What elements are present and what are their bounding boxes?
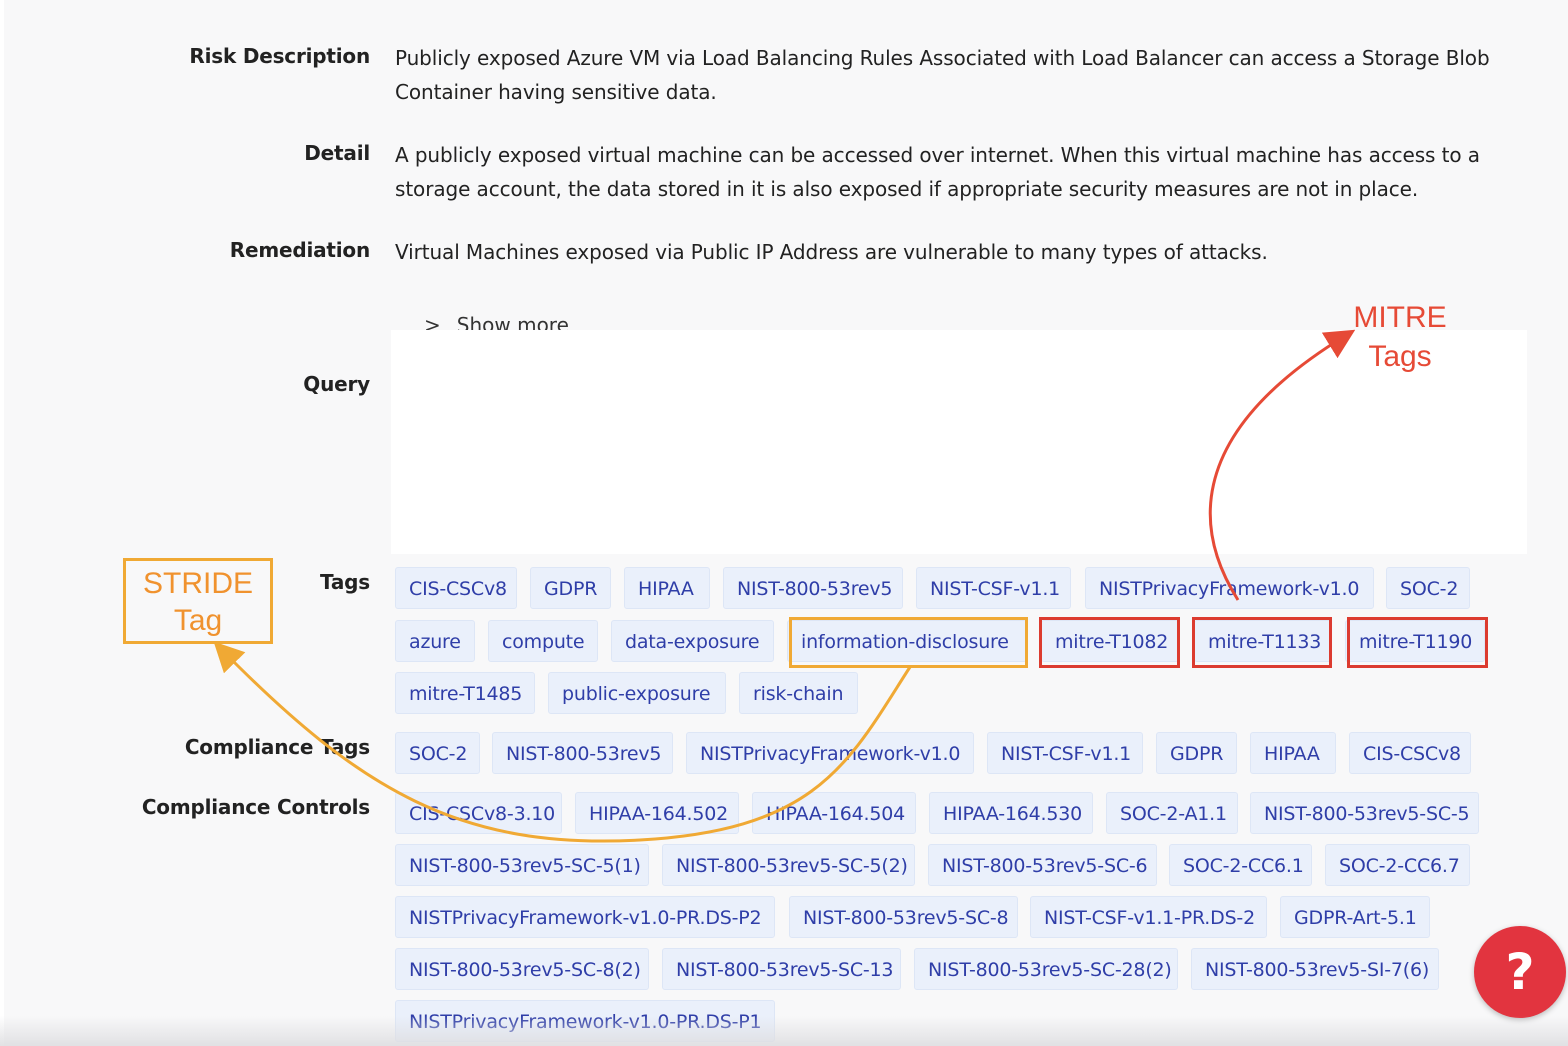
mitre-highlight-box (1192, 617, 1332, 668)
tag-chip[interactable]: NIST-CSF-v1.1 (916, 567, 1071, 609)
tag-chip[interactable]: SOC-2 (1386, 567, 1470, 609)
mitre-highlight-box (1039, 617, 1180, 668)
detail-text: A publicly exposed virtual machine can b… (395, 138, 1520, 206)
tag-chip[interactable]: NISTPrivacyFramework-v1.0 (1085, 567, 1374, 609)
compliance-control-chip[interactable]: NIST-800-53rev5-SC-5 (1250, 792, 1479, 834)
compliance-tag-chip[interactable]: SOC-2 (395, 732, 480, 774)
compliance-tag-chip[interactable]: NIST-CSF-v1.1 (987, 732, 1143, 774)
query-label: Query (303, 372, 370, 396)
compliance-control-chip[interactable]: HIPAA-164.502 (575, 792, 739, 834)
mitre-annotation-line: Tags (1368, 340, 1432, 373)
tags-label: Tags (320, 570, 370, 594)
compliance-control-chip[interactable]: HIPAA-164.504 (752, 792, 916, 834)
risk-description-line: Container having sensitive data. (395, 80, 717, 104)
compliance-control-chip[interactable]: CIS-CSCv8-3.10 (395, 792, 562, 834)
compliance-control-chip[interactable]: SOC-2-CC6.1 (1169, 844, 1312, 886)
compliance-tag-chip[interactable]: HIPAA (1250, 732, 1336, 774)
stride-annotation-line: Tag (173, 604, 223, 637)
remediation-label: Remediation (229, 238, 370, 262)
risk-description-text: Publicly exposed Azure VM via Load Balan… (395, 41, 1520, 109)
remediation-text: Virtual Machines exposed via Public IP A… (395, 240, 1268, 264)
tag-chip[interactable]: data-exposure (611, 620, 774, 662)
stride-annotation: STRIDE Tag (123, 558, 273, 644)
stride-highlight-box (789, 617, 1028, 668)
tag-chip[interactable]: public-exposure (548, 672, 726, 714)
risk-description-line: Publicly exposed Azure VM via Load Balan… (395, 46, 1490, 70)
compliance-tag-chip[interactable]: CIS-CSCv8 (1349, 732, 1471, 774)
tag-chip[interactable]: GDPR (530, 567, 611, 609)
compliance-control-chip[interactable]: NIST-800-53rev5-SC-6 (928, 844, 1157, 886)
detail-line: A publicly exposed virtual machine can b… (395, 143, 1480, 167)
help-button[interactable]: ? (1474, 926, 1566, 1018)
tag-chip[interactable]: azure (395, 620, 475, 662)
compliance-tag-chip[interactable]: NIST-800-53rev5 (492, 732, 673, 774)
compliance-control-chip[interactable]: NIST-800-53rev5-SC-13 (662, 948, 901, 990)
detail-line: storage account, the data stored in it i… (395, 177, 1419, 201)
compliance-tags-label: Compliance Tags (184, 735, 370, 759)
mitre-annotation: MITRE Tags (1330, 298, 1470, 376)
compliance-tag-chip[interactable]: GDPR (1156, 732, 1237, 774)
tag-chip[interactable]: risk-chain (739, 672, 858, 714)
compliance-control-chip[interactable]: NIST-800-53rev5-SC-8(2) (395, 948, 649, 990)
bottom-shade (0, 1016, 1568, 1046)
tag-chip[interactable]: compute (488, 620, 598, 662)
compliance-control-chip[interactable]: NIST-800-53rev5-SC-28(2) (914, 948, 1178, 990)
mitre-annotation-line: MITRE (1353, 301, 1447, 334)
compliance-controls-label: Compliance Controls (141, 795, 370, 819)
compliance-control-chip[interactable]: NIST-800-53rev5-SC-5(1) (395, 844, 649, 886)
stride-annotation-line: STRIDE (142, 567, 253, 600)
show-more-toggle[interactable]: > Show more (424, 310, 569, 332)
tag-chip[interactable]: mitre-T1485 (395, 672, 535, 714)
compliance-control-chip[interactable]: NISTPrivacyFramework-v1.0-PR.DS-P2 (395, 896, 775, 938)
compliance-control-chip[interactable]: NIST-800-53rev5-SC-5(2) (662, 844, 915, 886)
tag-chip[interactable]: NIST-800-53rev5 (723, 567, 903, 609)
compliance-control-chip[interactable]: NIST-800-53rev5-SC-8 (789, 896, 1018, 938)
tag-chip[interactable]: HIPAA (624, 567, 710, 609)
risk-description-label: Risk Description (189, 44, 370, 68)
left-edge (0, 0, 4, 1046)
compliance-control-chip[interactable]: NIST-CSF-v1.1-PR.DS-2 (1030, 896, 1267, 938)
compliance-control-chip[interactable]: HIPAA-164.530 (929, 792, 1093, 834)
compliance-control-chip[interactable]: SOC-2-CC6.7 (1325, 844, 1470, 886)
compliance-control-chip[interactable]: SOC-2-A1.1 (1106, 792, 1238, 834)
tag-chip[interactable]: CIS-CSCv8 (395, 567, 517, 609)
compliance-control-chip[interactable]: GDPR-Art-5.1 (1280, 896, 1430, 938)
detail-label: Detail (304, 141, 370, 165)
mitre-highlight-box (1347, 617, 1488, 668)
compliance-tag-chip[interactable]: NISTPrivacyFramework-v1.0 (686, 732, 974, 774)
compliance-control-chip[interactable]: NIST-800-53rev5-SI-7(6) (1191, 948, 1439, 990)
